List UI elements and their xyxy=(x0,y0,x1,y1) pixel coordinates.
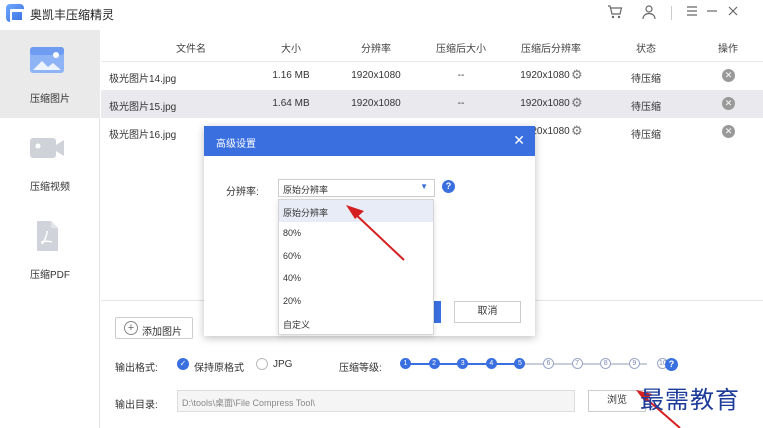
col-size: 大小 xyxy=(281,44,301,55)
delete-icon[interactable]: ✕ xyxy=(722,125,735,138)
level-dot[interactable]: 1 xyxy=(400,358,411,369)
close-icon[interactable] xyxy=(724,4,742,22)
dropdown-option[interactable]: 60% xyxy=(279,245,433,267)
level-dot[interactable]: 3 xyxy=(457,358,469,369)
help-icon[interactable]: ? xyxy=(665,358,678,371)
col-action: 操作 xyxy=(718,44,738,55)
cell-status: 待压缩 xyxy=(631,74,661,85)
col-compressed-resolution: 压缩后分辨率 xyxy=(521,44,581,55)
resolution-dropdown: 原始分辨率 80% 60% 40% 20% 自定义 xyxy=(278,199,434,335)
dialog-title: 高级设置 xyxy=(216,139,256,150)
compression-level-label: 压缩等级: xyxy=(339,363,382,374)
resolution-label: 分辨率: xyxy=(226,187,259,198)
cell-filename: 极光图片15.jpg xyxy=(109,102,177,113)
format-jpg-radio[interactable] xyxy=(256,358,268,370)
video-icon xyxy=(29,132,65,164)
menu-icon[interactable] xyxy=(683,4,701,22)
dropdown-option[interactable]: 40% xyxy=(279,267,433,289)
browse-button[interactable]: 浏览 xyxy=(588,390,646,412)
app-title: 奥凯丰压缩精灵 xyxy=(30,8,115,22)
sidebar-item-image[interactable]: 压缩图片 xyxy=(0,30,100,118)
cell-filename: 极光图片16.jpg xyxy=(109,130,177,141)
dropdown-option[interactable]: 原始分辨率 xyxy=(279,200,433,222)
level-dot[interactable]: 9 xyxy=(628,358,640,369)
cell-resolution: 1920x1080 xyxy=(351,70,401,81)
cell-compressed-resolution: 1920x1080 xyxy=(520,98,570,109)
resolution-select-value: 原始分辨率 xyxy=(283,185,329,195)
dialog-header: 高级设置 ✕ xyxy=(204,126,535,156)
sidebar-item-video[interactable]: 压缩视频 xyxy=(0,118,100,206)
output-format-label: 输出格式: xyxy=(115,363,158,374)
format-jpg-label: JPG xyxy=(273,359,293,370)
cell-size: 1.16 MB xyxy=(272,70,310,81)
format-keep-radio[interactable]: ✓ xyxy=(177,358,189,370)
cell-compressed-resolution: 1920x1080 xyxy=(520,70,570,81)
sidebar: 压缩图片 压缩视频 压缩PDF xyxy=(0,30,100,428)
caret-down-icon: ▼ xyxy=(420,182,428,191)
dropdown-option[interactable]: 自定义 xyxy=(279,312,433,334)
level-dot[interactable]: 8 xyxy=(600,358,612,369)
col-filename: 文件名 xyxy=(176,44,206,55)
delete-icon[interactable]: ✕ xyxy=(722,97,735,110)
watermark: 最需教育 xyxy=(640,386,740,414)
app-logo-icon xyxy=(6,4,24,22)
cart-icon[interactable] xyxy=(606,4,624,22)
level-dot[interactable]: 7 xyxy=(571,358,583,369)
col-compressed-size: 压缩后大小 xyxy=(436,44,486,55)
cancel-button[interactable]: 取消 xyxy=(454,301,521,323)
gear-icon[interactable]: ⚙ xyxy=(571,68,585,82)
table-row[interactable]: 极光图片14.jpg 1.16 MB 1920x1080 -- 1920x108… xyxy=(101,62,763,90)
user-icon[interactable] xyxy=(640,4,658,22)
cell-filename: 极光图片14.jpg xyxy=(109,74,177,85)
cell-compressed-size: -- xyxy=(457,98,465,109)
sidebar-item-label: 压缩图片 xyxy=(30,94,70,105)
pdf-icon xyxy=(29,220,65,252)
col-status: 状态 xyxy=(636,44,656,55)
cell-status: 待压缩 xyxy=(631,102,661,113)
cell-resolution: 1920x1080 xyxy=(351,98,401,109)
format-keep-label: 保持原格式 xyxy=(194,363,244,374)
level-dot[interactable]: 4 xyxy=(485,358,497,369)
image-icon xyxy=(29,44,65,76)
resolution-select[interactable]: 原始分辨率 ▼ xyxy=(278,179,435,197)
sidebar-item-label: 压缩PDF xyxy=(30,270,70,281)
titlebar-divider xyxy=(671,6,672,20)
help-icon[interactable]: ? xyxy=(442,180,455,193)
gear-icon[interactable]: ⚙ xyxy=(571,124,585,138)
col-resolution: 分辨率 xyxy=(361,44,391,55)
cell-compressed-size: -- xyxy=(457,70,465,81)
sidebar-item-pdf[interactable]: 压缩PDF xyxy=(0,206,100,294)
dropdown-option[interactable]: 80% xyxy=(279,222,433,244)
output-dir-label: 输出目录: xyxy=(115,400,158,411)
add-image-label: 添加图片 xyxy=(142,327,182,338)
table-row[interactable]: 极光图片15.jpg 1.64 MB 1920x1080 -- 1920x108… xyxy=(101,90,763,118)
dropdown-option[interactable]: 20% xyxy=(279,290,433,312)
level-dot[interactable]: 6 xyxy=(543,358,554,369)
add-image-button[interactable]: + 添加图片 xyxy=(115,317,193,339)
plus-icon: + xyxy=(124,321,138,335)
close-icon[interactable]: ✕ xyxy=(513,132,525,148)
level-dot[interactable]: 5 xyxy=(514,358,526,369)
cell-status: 待压缩 xyxy=(631,130,661,141)
table-header: 文件名 大小 分辨率 压缩后大小 压缩后分辨率 状态 操作 xyxy=(101,30,763,62)
gear-icon[interactable]: ⚙ xyxy=(571,96,585,110)
level-dot[interactable]: 2 xyxy=(428,358,440,369)
minimize-icon[interactable] xyxy=(703,4,721,22)
title-bar: 奥凯丰压缩精灵 xyxy=(0,0,763,30)
cell-size: 1.64 MB xyxy=(272,98,310,109)
delete-icon[interactable]: ✕ xyxy=(722,69,735,82)
sidebar-item-label: 压缩视频 xyxy=(30,182,70,193)
confirm-button[interactable] xyxy=(433,301,441,323)
output-dir-input[interactable]: D:\tools\桌面\File Compress Tool\ xyxy=(177,390,575,412)
